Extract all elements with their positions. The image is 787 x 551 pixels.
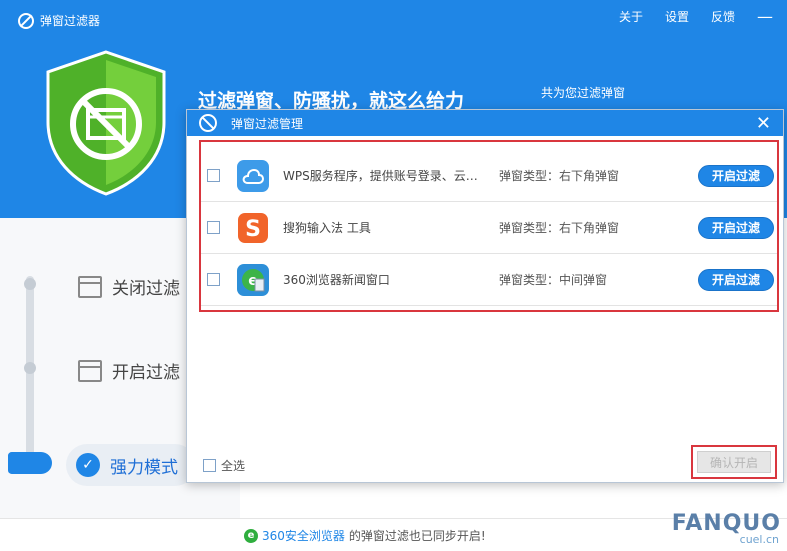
list-item: S 搜狗输入法 工具 弹窗类型：右下角弹窗 开启过滤 bbox=[201, 202, 777, 254]
popup-app-list: WPS服务程序，提供账号登录、云… 弹窗类型：右下角弹窗 开启过滤 S 搜狗输入… bbox=[199, 140, 779, 312]
app-name: WPS服务程序，提供账号登录、云… bbox=[283, 169, 478, 183]
watermark-url: cuel.cn bbox=[739, 533, 779, 546]
top-menu: 关于 设置 反馈 — bbox=[619, 8, 773, 25]
stat-text: 共为您过滤弹窗 bbox=[541, 86, 626, 100]
bottom-bar: e 360安全浏览器 的弹窗过滤也已同步开启! FANQUO cuel.cn bbox=[0, 511, 787, 551]
check-circle-icon: ✓ bbox=[76, 453, 100, 477]
mode-open-label: 开启过滤 bbox=[112, 363, 180, 383]
mode-open-filter[interactable]: 开启过滤 bbox=[78, 358, 180, 383]
shield-icon bbox=[46, 50, 166, 196]
sync-message: e 360安全浏览器 的弹窗过滤也已同步开启! bbox=[244, 527, 486, 544]
360-browser-icon: e bbox=[237, 263, 269, 296]
active-mode-indicator bbox=[8, 452, 52, 474]
row-checkbox[interactable] bbox=[207, 169, 220, 182]
confirm-enable-button[interactable]: 确认开启 bbox=[697, 451, 771, 473]
enable-filter-button[interactable]: 开启过滤 bbox=[698, 164, 774, 187]
row-checkbox[interactable] bbox=[207, 221, 220, 234]
select-all-label: 全选 bbox=[221, 459, 246, 473]
app-name: 360浏览器新闻窗口 bbox=[283, 273, 390, 287]
browser-logo-icon: e bbox=[244, 528, 258, 543]
popup-type: 弹窗类型：中间弹窗 bbox=[499, 273, 608, 287]
timeline-dot bbox=[24, 278, 36, 290]
about-link[interactable]: 关于 bbox=[619, 8, 643, 25]
window-icon bbox=[78, 359, 102, 382]
mode-strong-label: 强力模式 bbox=[110, 457, 178, 478]
feedback-link[interactable]: 反馈 bbox=[711, 8, 735, 25]
mode-close-filter[interactable]: 关闭过滤 bbox=[78, 274, 180, 299]
dialog-title: 弹窗过滤管理 bbox=[231, 116, 304, 131]
timeline-dot bbox=[24, 362, 36, 374]
dialog-close-button[interactable]: ✕ bbox=[756, 113, 771, 134]
row-checkbox[interactable] bbox=[207, 273, 220, 286]
list-item: WPS服务程序，提供账号登录、云… 弹窗类型：右下角弹窗 开启过滤 bbox=[201, 150, 777, 202]
popup-manager-dialog: 弹窗过滤管理 ✕ WPS服务程序，提供账号登录、云… 弹窗类型：右下角弹窗 开启… bbox=[186, 109, 784, 483]
confirm-highlight: 确认开启 bbox=[691, 445, 777, 479]
sync-message-text: 的弹窗过滤也已同步开启! bbox=[348, 529, 486, 543]
select-all[interactable]: 全选 bbox=[203, 457, 245, 474]
app-title-area: 弹窗过滤器 bbox=[18, 12, 100, 29]
enable-filter-button[interactable]: 开启过滤 bbox=[698, 268, 774, 291]
window-check-icon bbox=[78, 275, 102, 298]
mode-strong[interactable]: ✓ 强力模式 bbox=[66, 444, 196, 486]
wps-cloud-icon bbox=[237, 159, 269, 192]
svg-text:S: S bbox=[245, 217, 261, 242]
app-name: 搜狗输入法 工具 bbox=[283, 221, 371, 235]
list-item: e 360浏览器新闻窗口 弹窗类型：中间弹窗 开启过滤 bbox=[201, 254, 777, 306]
sogou-icon: S bbox=[237, 211, 269, 244]
minimize-button[interactable]: — bbox=[757, 8, 773, 25]
enable-filter-button[interactable]: 开启过滤 bbox=[698, 216, 774, 239]
settings-link[interactable]: 设置 bbox=[665, 8, 689, 25]
mode-close-label: 关闭过滤 bbox=[112, 279, 180, 299]
popup-type: 弹窗类型：右下角弹窗 bbox=[499, 169, 620, 183]
block-logo-icon bbox=[199, 114, 217, 132]
popup-type: 弹窗类型：右下角弹窗 bbox=[499, 221, 620, 235]
app-title: 弹窗过滤器 bbox=[40, 14, 101, 28]
browser-name-link[interactable]: 360安全浏览器 bbox=[262, 527, 345, 544]
select-all-checkbox[interactable] bbox=[203, 459, 216, 472]
dialog-titlebar: 弹窗过滤管理 ✕ bbox=[187, 110, 783, 136]
block-logo-icon bbox=[18, 12, 34, 29]
dialog-footer: 全选 确认开启 bbox=[187, 442, 783, 482]
